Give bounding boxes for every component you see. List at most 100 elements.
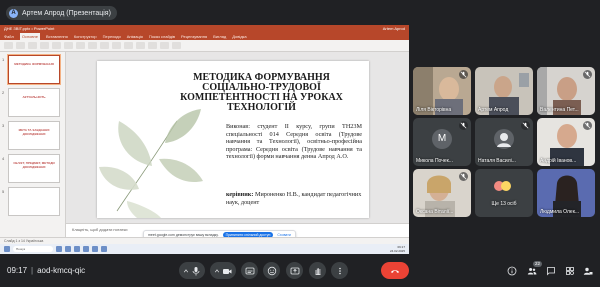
chat-icon	[546, 266, 556, 276]
mic-off-icon	[459, 121, 468, 130]
meeting-time: 09:17	[7, 266, 28, 275]
present-icon	[290, 266, 300, 276]
activities-button[interactable]	[564, 265, 575, 276]
presenting-indicator[interactable]: A Артем Апрод (Презентація)	[6, 6, 117, 20]
participant-name: Валентина Пет...	[540, 107, 579, 113]
slide-thumbnail[interactable]: 3 МЕТА ТА ЗАВДАННЯ ДОСЛІДЖЕННЯ	[2, 121, 60, 150]
ribbon-designer-icon[interactable]	[172, 42, 181, 49]
present-screen-button[interactable]	[286, 262, 303, 279]
start-icon[interactable]	[4, 246, 10, 252]
slide-thumbnail[interactable]: 1 МЕТОДИКА ФОРМУВАННЯ	[2, 55, 60, 84]
mic-off-icon	[583, 121, 592, 130]
ribbon-shapes-icon[interactable]	[124, 42, 133, 49]
taskbar-app-icon[interactable]	[92, 246, 98, 252]
hang-up-icon	[390, 266, 400, 276]
thumbnail-number: 4	[2, 156, 5, 161]
more-participants-label: Ще 13 осіб	[491, 201, 517, 207]
ribbon-layout-icon[interactable]	[28, 42, 37, 49]
slide-thumbnail[interactable]: 5	[2, 187, 60, 216]
taskbar-search[interactable]: Пошук	[13, 246, 53, 252]
ppt-menu-insert[interactable]: Вставлення	[46, 33, 68, 40]
ppt-status-bar: Слайд 1 з 14 Українська	[0, 237, 409, 244]
camera-icon	[222, 266, 232, 276]
meeting-code[interactable]: aod-kmcq-qic	[37, 266, 85, 275]
ribbon-bullets-icon[interactable]	[112, 42, 121, 49]
captions-button[interactable]	[241, 262, 258, 279]
mic-off-icon	[459, 172, 468, 181]
mic-off-icon	[521, 121, 530, 130]
participant-tile[interactable]: Наталя Василі...	[475, 118, 533, 166]
thumbnail-text: МЕТА ТА ЗАВДАННЯ ДОСЛІДЖЕННЯ	[18, 128, 50, 136]
ribbon-arrange-icon[interactable]	[136, 42, 145, 49]
ppt-menu-view[interactable]: Вигляд	[213, 33, 226, 40]
ribbon-bold-icon[interactable]	[52, 42, 61, 49]
leave-call-button[interactable]	[381, 262, 409, 279]
ribbon-color-icon[interactable]	[88, 42, 97, 49]
more-vert-icon	[335, 266, 345, 276]
ppt-titlebar: ДНЕ ЗВІТ.pptx • PowerPoint Artem Aprod	[0, 25, 409, 33]
slide-thumbnail[interactable]: 2 АКТУАЛЬНІСТЬ	[2, 88, 60, 117]
ribbon-font-icon[interactable]	[40, 42, 49, 49]
taskbar-date: 24.02.2025	[389, 249, 405, 253]
ppt-menu-review[interactable]: Рецензування	[181, 33, 207, 40]
thumbnail-number: 3	[2, 123, 5, 128]
chat-button[interactable]	[545, 265, 556, 276]
participant-name: Оксана Віталії...	[416, 209, 454, 215]
ppt-menu-home[interactable]: Основне	[19, 33, 40, 40]
people-button[interactable]: 22	[526, 261, 542, 276]
ribbon-new-slide-icon[interactable]	[16, 42, 25, 49]
reactions-button[interactable]	[263, 262, 280, 279]
participant-tile[interactable]: Оксана Віталії...	[413, 169, 471, 217]
meeting-details-button[interactable]	[506, 265, 517, 276]
more-participants-tile[interactable]: Ще 13 осіб	[475, 169, 533, 217]
taskbar-app-icon[interactable]	[74, 246, 80, 252]
meeting-info-separator: |	[31, 266, 34, 275]
ppt-menu-transitions[interactable]: Переходи	[103, 33, 121, 40]
ppt-menu-slideshow[interactable]: Показ слайдів	[149, 33, 175, 40]
microphone-icon	[191, 266, 201, 276]
current-slide[interactable]: МЕТОДИКА ФОРМУВАННЯ СОЦІАЛЬНО-ТРУДОВОЇ К…	[97, 61, 369, 218]
participant-tile[interactable]: M Микола Почек...	[413, 118, 471, 166]
participant-tile[interactable]: Артем Апрод	[475, 67, 533, 115]
ppt-ribbon	[0, 40, 409, 52]
taskbar-app-icon[interactable]	[83, 246, 89, 252]
ppt-menu-bar: Файл Основне Вставлення Конструктор Пере…	[0, 33, 409, 40]
people-count-badge: 22	[532, 261, 542, 267]
thumbnail-text: МЕТОДИКА ФОРМУВАННЯ	[14, 62, 54, 66]
ribbon-paste-icon[interactable]	[4, 42, 13, 49]
participant-name: Ліля Вікторівна	[416, 107, 452, 113]
ribbon-align-icon[interactable]	[100, 42, 109, 49]
taskbar-app-icon[interactable]	[101, 246, 107, 252]
participant-tile[interactable]: Андрій Іванов...	[537, 118, 595, 166]
slide-thumbnail[interactable]: 4 ОБ'ЄКТ, ПРЕДМЕТ, МЕТОДИ ДОСЛІДЖЕННЯ	[2, 154, 60, 183]
participant-tile[interactable]: Валентина Пет...	[537, 67, 595, 115]
more-options-button[interactable]	[331, 262, 348, 279]
ppt-user-label: Artem Aprod	[382, 26, 405, 31]
taskbar-app-icon[interactable]	[65, 246, 71, 252]
chevron-up-icon	[214, 268, 222, 274]
ppt-menu-file[interactable]: Файл	[4, 33, 14, 40]
captions-icon	[245, 266, 255, 276]
participant-tile[interactable]: Ліля Вікторівна	[413, 67, 471, 115]
more-avatars-icon	[494, 181, 511, 191]
ppt-menu-design[interactable]: Конструктор	[74, 33, 97, 40]
raise-hand-button[interactable]	[309, 262, 326, 279]
lock-person-icon	[583, 266, 593, 276]
ppt-menu-help[interactable]: Довідка	[232, 33, 246, 40]
participant-tile[interactable]: Людмила Олек...	[537, 169, 595, 217]
slide-supervisor: керівник: Мироненко Н.В., кандидат педаг…	[226, 191, 362, 206]
presenting-label: Артем Апрод (Презентація)	[22, 9, 111, 17]
audio-settings-button[interactable]	[179, 262, 205, 279]
ribbon-italic-icon[interactable]	[64, 42, 73, 49]
ribbon-dictate-icon[interactable]	[160, 42, 169, 49]
taskbar-app-icon[interactable]	[56, 246, 62, 252]
host-controls-button[interactable]	[582, 265, 593, 276]
people-icon	[527, 266, 537, 276]
ribbon-underline-icon[interactable]	[76, 42, 85, 49]
ribbon-find-icon[interactable]	[148, 42, 157, 49]
ppt-menu-animations[interactable]: Анімація	[127, 33, 143, 40]
windows-taskbar: Пошук 09:17 24.02.2025	[0, 244, 409, 254]
hand-icon	[313, 266, 323, 276]
emoji-icon	[267, 266, 277, 276]
video-settings-button[interactable]	[210, 262, 236, 279]
